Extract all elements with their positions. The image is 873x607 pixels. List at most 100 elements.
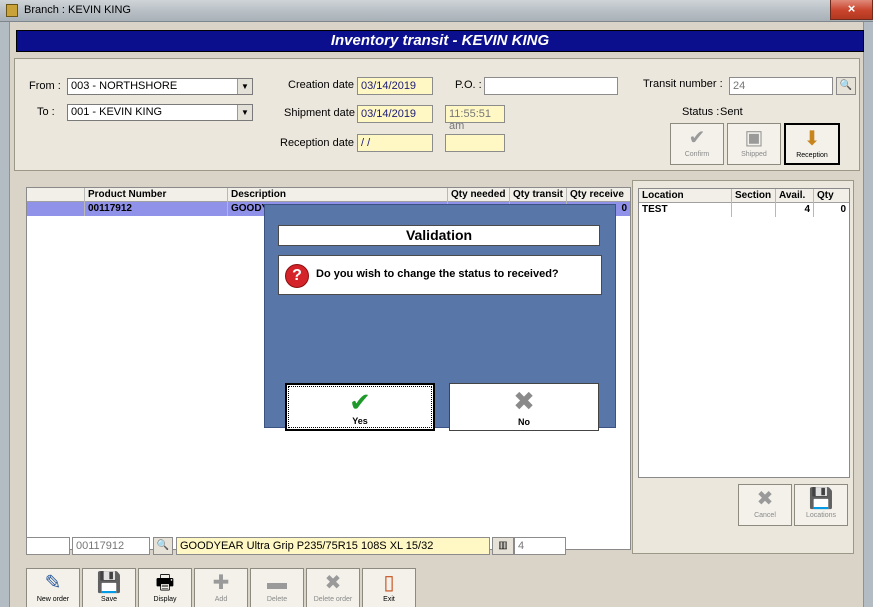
loc-header-qty[interactable]: Qty (813, 189, 849, 203)
window-title: Branch : KEVIN KING (24, 4, 131, 16)
to-branch-select[interactable]: 001 - KEVIN KING ▼ (67, 104, 253, 121)
row-selector[interactable] (27, 202, 84, 216)
reception-date-field[interactable]: / / (357, 134, 433, 152)
delete-label: Delete (266, 596, 288, 603)
display-label: Display (153, 596, 177, 603)
no-button-label: No (518, 417, 530, 427)
product-search-button[interactable]: 🔍 (153, 537, 173, 555)
loc-cell-avail: 4 (775, 203, 813, 217)
page-title-banner: Inventory transit - KEVIN KING (16, 30, 864, 52)
to-branch-value: 001 - KEVIN KING (71, 106, 163, 118)
confirm-button-label: Confirm (684, 151, 710, 158)
window-client-area: Inventory transit - KEVIN KING From : 00… (10, 22, 864, 607)
to-label: To : (37, 106, 55, 118)
cancel-location-button[interactable]: ✖ Cancel (738, 484, 792, 526)
loc-header-section[interactable]: Section (731, 189, 775, 203)
quantity-input[interactable]: 4 (514, 537, 566, 555)
validation-dialog: Validation ? Do you wish to change the s… (264, 204, 616, 431)
locations-button[interactable]: 💾 Locations (794, 484, 848, 526)
po-field[interactable] (484, 77, 618, 95)
exit-door-icon: ▯ (383, 572, 395, 594)
yes-button-label: Yes (352, 416, 368, 426)
save-label: Save (101, 596, 117, 603)
no-button[interactable]: ✖ No (449, 383, 599, 431)
reception-button-label: Reception (796, 152, 828, 159)
display-button[interactable]: 🖶 Display (138, 568, 192, 607)
receive-box-icon: ⬇ (803, 128, 821, 150)
chevron-down-icon[interactable]: ▼ (237, 79, 252, 94)
loc-cell-section (731, 203, 775, 217)
question-icon: ? (285, 264, 309, 288)
delete-button[interactable]: ▬ Delete (250, 568, 304, 607)
close-icon: ✖ (513, 386, 535, 416)
location-panel: Location Section Avail. Qty TEST 4 0 ✖ C… (632, 180, 854, 554)
exit-button[interactable]: ▯ Exit (362, 568, 416, 607)
exit-label: Exit (383, 596, 395, 603)
grid-header-qty-receive[interactable]: Qty receive (566, 188, 630, 202)
yes-button[interactable]: ✔ Yes (285, 383, 435, 431)
box-icon: ▣ (744, 127, 764, 149)
window-close-button[interactable]: × (830, 0, 873, 20)
reception-time-field[interactable] (445, 134, 505, 152)
add-button[interactable]: ✚ Add (194, 568, 248, 607)
loc-header-avail[interactable]: Avail. (775, 189, 813, 203)
save-button[interactable]: 💾 Save (82, 568, 136, 607)
loc-cell-qty[interactable]: 0 (813, 203, 849, 217)
cancel-x-icon: ✖ (324, 572, 342, 594)
window-frame-left (0, 22, 10, 607)
cell-product-number: 00117912 (84, 202, 227, 216)
code-input[interactable] (26, 537, 70, 555)
shipment-date-field[interactable]: 03/14/2019 (357, 105, 433, 123)
dialog-message-box: ? Do you wish to change the status to re… (278, 255, 602, 295)
delete-order-label: Delete order (313, 596, 353, 603)
confirm-button[interactable]: ✔ Confirm (670, 123, 724, 165)
table-row[interactable]: TEST 4 0 (639, 203, 849, 217)
new-order-label: New order (36, 596, 70, 603)
window-titlebar: Branch : KEVIN KING × (0, 0, 873, 22)
grid-header-selector (27, 188, 84, 202)
delete-order-button[interactable]: ✖ Delete order (306, 568, 360, 607)
status-label: Status : (682, 106, 720, 118)
reception-button[interactable]: ⬇ Reception (784, 123, 840, 165)
loc-header-location[interactable]: Location (639, 189, 731, 203)
transit-search-button[interactable]: 🔍 (836, 77, 856, 95)
from-branch-value: 003 - NORTHSHORE (71, 80, 178, 92)
reception-date-label: Reception date : (280, 137, 361, 149)
plus-icon: ✚ (212, 572, 230, 594)
creation-date-field[interactable]: 03/14/2019 (357, 77, 433, 95)
add-label: Add (214, 596, 228, 603)
chevron-down-icon[interactable]: ▼ (237, 105, 252, 120)
grid-header-qty-transit[interactable]: Qty transit (509, 188, 566, 202)
cancel-location-label: Cancel (754, 512, 776, 519)
product-description-field: GOODYEAR Ultra Grip P235/75R15 108S XL 1… (176, 537, 490, 555)
floppy-disk-icon: 💾 (96, 572, 122, 594)
dialog-title: Validation (278, 225, 600, 246)
shipped-button[interactable]: ▣ Shipped (727, 123, 781, 165)
barcode-icon-button[interactable]: ▥ (492, 537, 514, 555)
new-order-button[interactable]: ✎ New order (26, 568, 80, 607)
shipment-date-label: Shipment date : (284, 107, 362, 119)
grid-header-product-number[interactable]: Product Number (84, 188, 227, 202)
search-icon: 🔍 (156, 540, 170, 551)
window-frame-right (863, 22, 873, 607)
shipment-time-field[interactable]: 11:55:51 am (445, 105, 505, 132)
transit-number-label: Transit number : (643, 78, 723, 90)
location-grid-header: Location Section Avail. Qty (639, 189, 849, 203)
dialog-message: Do you wish to change the status to rece… (316, 268, 559, 280)
transit-number-field[interactable]: 24 (729, 77, 833, 95)
checkmark-icon: ✔ (349, 387, 371, 417)
product-grid-header: Product Number Description Qty needed Qt… (27, 188, 630, 202)
grid-header-description[interactable]: Description (227, 188, 447, 202)
floppy-disk-icon: 💾 (808, 488, 834, 510)
minus-icon: ▬ (267, 572, 287, 594)
transit-header-panel: From : 003 - NORTHSHORE ▼ To : 001 - KEV… (14, 58, 860, 171)
locations-label: Locations (806, 512, 836, 519)
from-branch-select[interactable]: 003 - NORTHSHORE ▼ (67, 78, 253, 95)
grid-header-qty-needed[interactable]: Qty needed (447, 188, 509, 202)
location-grid: Location Section Avail. Qty TEST 4 0 (638, 188, 850, 478)
app-icon (6, 4, 18, 17)
printer-icon: 🖶 (155, 572, 175, 594)
status-value: Sent (720, 106, 743, 118)
shipped-button-label: Shipped (741, 151, 767, 158)
product-number-input[interactable]: 00117912 (72, 537, 150, 555)
